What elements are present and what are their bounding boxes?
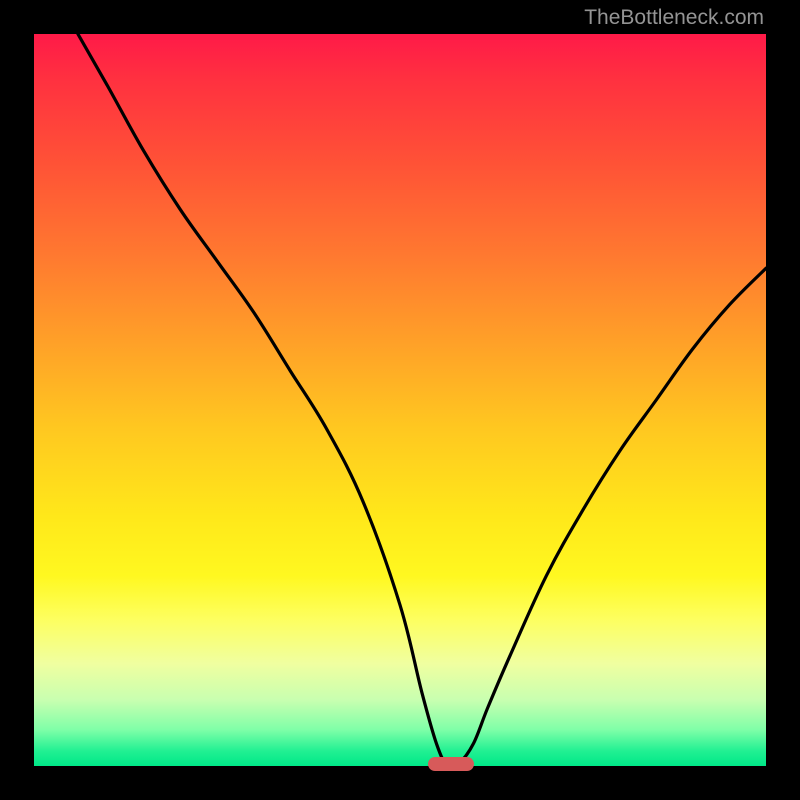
plot-area <box>34 34 766 766</box>
watermark-label: TheBottleneck.com <box>584 6 764 30</box>
chart-container: TheBottleneck.com <box>0 0 800 800</box>
optimum-marker <box>428 757 474 771</box>
bottleneck-curve-path <box>78 34 766 766</box>
curve-svg <box>34 34 766 766</box>
